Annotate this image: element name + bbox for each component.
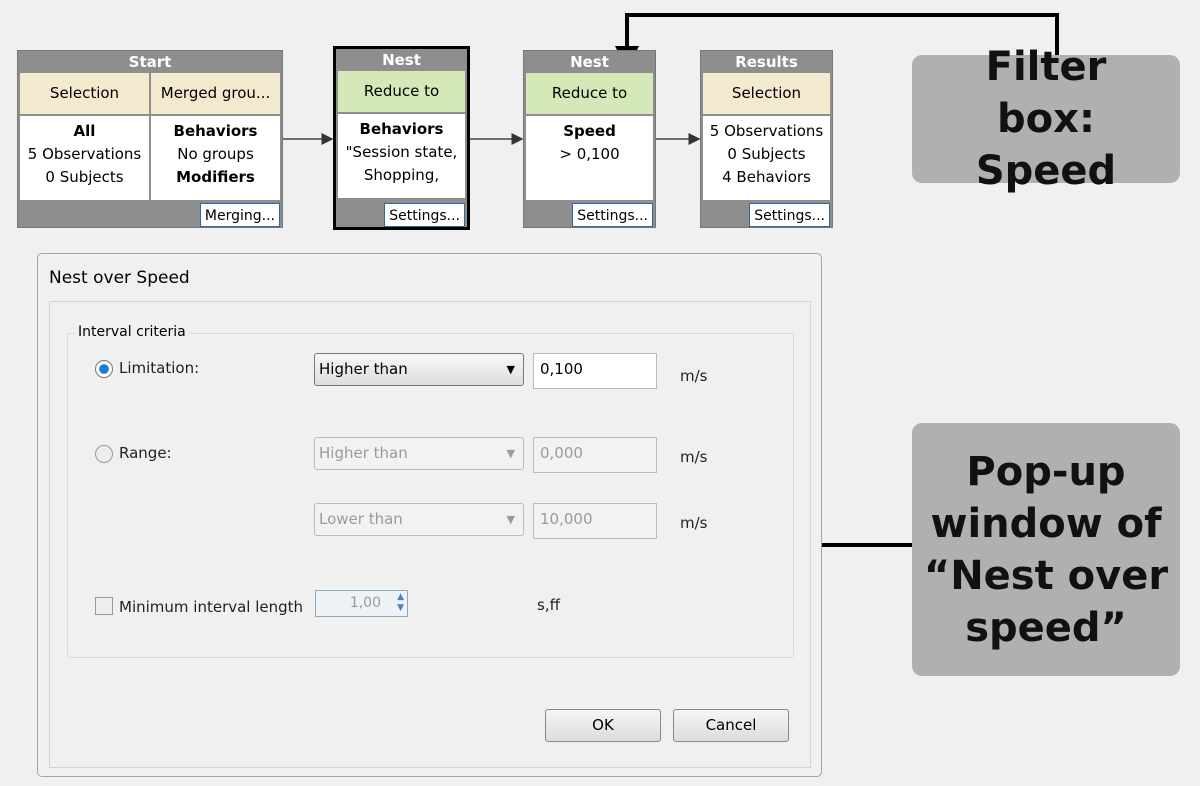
range-radio[interactable] (95, 445, 113, 463)
chevron-down-icon: ▼ (506, 363, 515, 376)
merging-button[interactable]: Merging... (199, 203, 280, 227)
callout-text: Pop-up window of “Nest over speed” (923, 448, 1169, 651)
text: 4 Behaviors (722, 168, 811, 186)
text: 0 Subjects (727, 145, 806, 163)
range-lower-operator-select[interactable]: Higher than ▼ (314, 437, 524, 470)
results-title: Results (735, 53, 798, 71)
popup-callout: Pop-up window of “Nest over speed” (912, 423, 1180, 676)
text: All (73, 122, 96, 140)
unit-label: m/s (680, 367, 708, 385)
chevron-down-icon: ▼ (506, 447, 515, 460)
reduce-header: Reduce to (338, 71, 465, 112)
callout-text: Filter box: Speed (975, 44, 1117, 194)
min-interval-spinner[interactable]: 1,00 ▲ ▼ (315, 590, 408, 617)
text: Shopping, (363, 166, 440, 184)
range-lower-input[interactable]: 0,000 (533, 437, 657, 473)
spinner-value: 1,00 (349, 595, 381, 611)
select-value: Lower than (319, 510, 403, 528)
unit-label: m/s (680, 448, 708, 466)
ok-button[interactable]: OK (545, 709, 661, 742)
text: Behaviors (359, 120, 444, 138)
nest-speed-box[interactable]: Nest Reduce to Speed > 0,100 Settings... (523, 50, 656, 228)
settings-button[interactable]: Settings... (749, 203, 830, 227)
text: Speed (563, 122, 616, 140)
settings-button[interactable]: Settings... (384, 203, 465, 227)
range-upper-input[interactable]: 10,000 (533, 503, 657, 539)
chevron-down-icon: ▼ (506, 513, 515, 526)
nest-title: Nest (570, 53, 609, 71)
results-box[interactable]: Results Selection 5 Observations 0 Subjec… (700, 50, 833, 228)
dialog-title: Nest over Speed (49, 268, 190, 288)
nest-behaviors-box[interactable]: Nest Reduce to Behaviors "Session state, S… (333, 46, 470, 230)
text: Behaviors (173, 122, 258, 140)
text: 5 Observations (27, 145, 142, 163)
limitation-label: Limitation: (119, 359, 200, 377)
nest-title: Nest (382, 51, 421, 69)
text: Modifiers (176, 168, 255, 186)
reduce-header: Reduce to (526, 73, 653, 114)
settings-button[interactable]: Settings... (572, 203, 653, 227)
filter-box-callout: Filter box: Speed (912, 44, 1180, 194)
text: 5 Observations (709, 122, 824, 140)
selection-header: Selection (703, 73, 830, 114)
text: > 0,100 (559, 145, 620, 163)
select-value: Higher than (319, 444, 408, 462)
limitation-radio[interactable] (95, 360, 113, 378)
range-label: Range: (119, 444, 172, 462)
start-title: Start (128, 53, 172, 71)
selection-header: Selection (20, 73, 149, 114)
merged-groups-header: Merged grou... (151, 73, 280, 114)
spinner-arrows-icon[interactable]: ▲ ▼ (397, 592, 404, 614)
min-interval-label: Minimum interval length (119, 598, 304, 616)
group-label: Interval criteria (75, 324, 189, 340)
limitation-value-input[interactable]: 0,100 (533, 353, 657, 389)
start-box[interactable]: Start Selection All 5 Observations 0 Subje… (17, 50, 283, 228)
select-value: Higher than (319, 360, 408, 378)
cancel-button[interactable]: Cancel (673, 709, 789, 742)
unit-label: m/s (680, 514, 708, 532)
min-interval-checkbox[interactable] (95, 597, 113, 615)
text: No groups (177, 145, 254, 163)
text: "Session state, (345, 143, 458, 161)
unit-label: s,ff (537, 596, 560, 614)
range-upper-operator-select[interactable]: Lower than ▼ (314, 503, 524, 536)
limitation-operator-select[interactable]: Higher than ▼ (314, 353, 524, 386)
text: 0 Subjects (45, 168, 124, 186)
